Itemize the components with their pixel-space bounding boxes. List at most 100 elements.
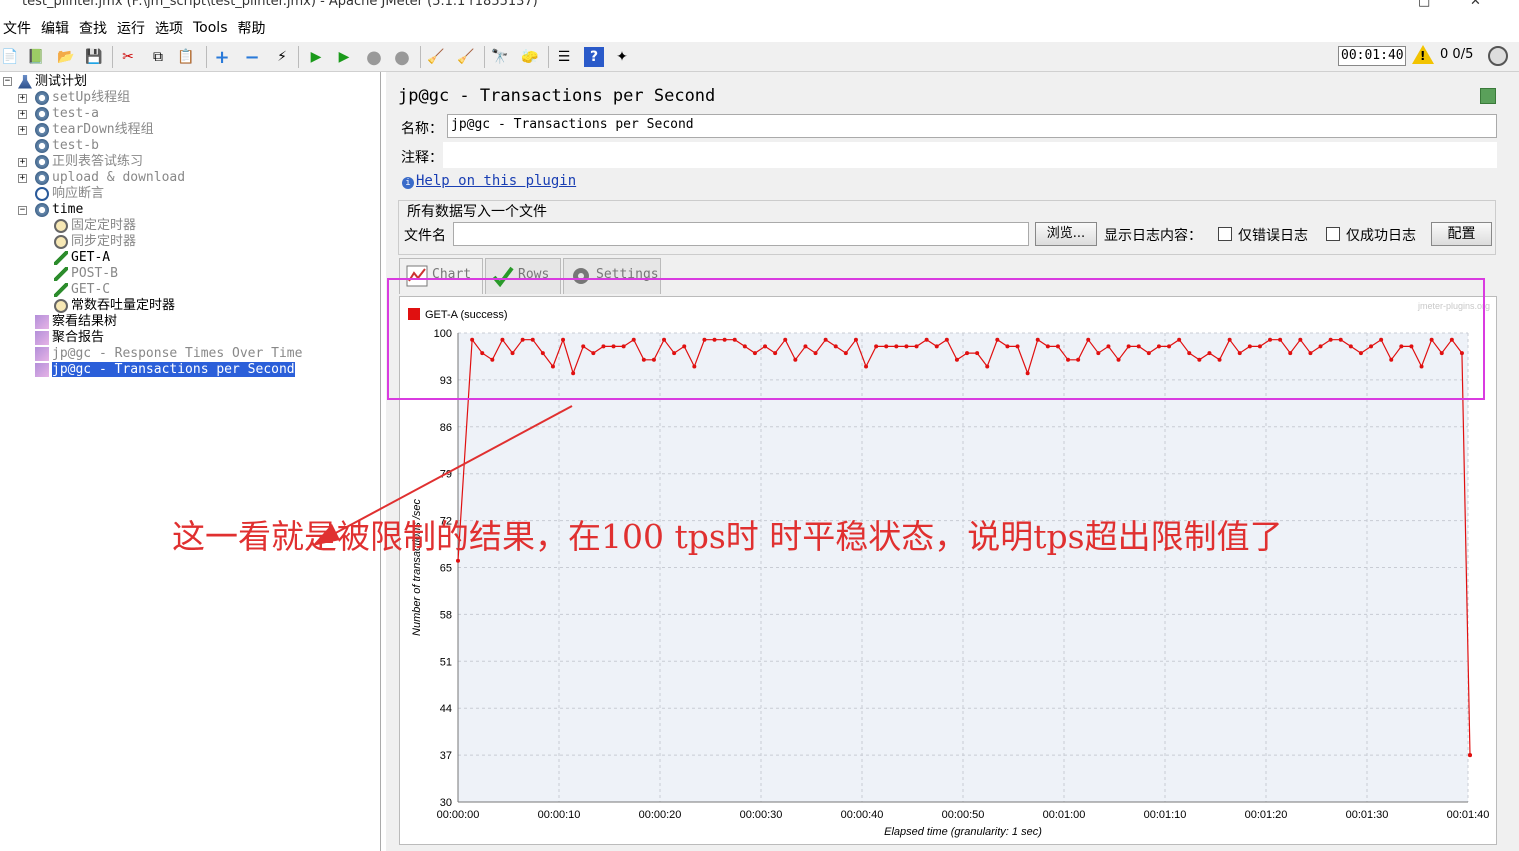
tree-root[interactable]: 测试计划 — [18, 74, 87, 90]
clear-all-icon[interactable]: 🧹 — [456, 47, 476, 67]
tree-item[interactable]: 聚合报告 — [35, 330, 104, 346]
gear-icon — [35, 106, 49, 121]
tree-item[interactable]: GET-A — [54, 250, 110, 266]
x-tick-label: 00:01:00 — [1043, 809, 1086, 821]
x-tick-label: 00:00:00 — [437, 809, 480, 821]
open-icon[interactable]: 📂 — [56, 47, 76, 67]
configure-button[interactable]: 配置 — [1431, 222, 1492, 246]
y-tick-label: 44 — [440, 703, 452, 715]
gear-icon — [35, 138, 49, 153]
listener-icon — [35, 346, 49, 361]
shutdown-icon[interactable]: ● — [392, 47, 412, 68]
tree-item[interactable]: test-b — [35, 138, 99, 154]
window-title: test_plinter.jmx (F:\jm_script\test_plin… — [22, 0, 538, 9]
start-no-pause-icon[interactable]: ▶ — [334, 47, 354, 67]
function-helper-icon[interactable]: ☰ — [554, 47, 574, 67]
tree-item[interactable]: setUp线程组 — [35, 90, 130, 106]
tree-item[interactable]: GET-C — [54, 282, 110, 298]
menu-options[interactable]: 选项 — [152, 18, 186, 38]
warning-icon[interactable] — [1412, 45, 1434, 64]
tree-item[interactable]: jp@gc - Response Times Over Time — [35, 346, 302, 362]
timer-icon — [54, 218, 68, 233]
menu-search[interactable]: 查找 — [76, 18, 110, 38]
toolbar: 📄 📗 📂 💾 ✂ ⧉ 📋 + − ⚡ ▶ ▶ ● ● 🧹 🧹 🔭 🧽 ☰ ? … — [0, 42, 1519, 72]
help-icon[interactable]: ? — [584, 47, 604, 67]
tree-item[interactable]: test-a — [35, 106, 99, 122]
clear-icon[interactable]: 🧹 — [426, 47, 446, 67]
tree-item[interactable]: 察看结果树 — [35, 314, 117, 330]
sampler-icon — [54, 282, 68, 297]
y-tick-label: 79 — [440, 469, 452, 481]
browse-button[interactable]: 浏览... — [1035, 222, 1097, 246]
sampler-icon — [54, 266, 68, 281]
collapse-icon[interactable]: − — [242, 47, 262, 68]
tree-item[interactable]: 固定定时器 — [54, 218, 136, 234]
menu-file[interactable]: 文件 — [0, 18, 34, 38]
x-tick-label: 00:01:40 — [1447, 809, 1490, 821]
maximize-icon[interactable]: □ — [1418, 0, 1430, 9]
x-axis-label: Elapsed time (granularity: 1 sec) — [884, 826, 1042, 838]
save-icon[interactable]: 💾 — [84, 47, 104, 67]
gear-icon — [35, 154, 49, 169]
errors-only-checkbox[interactable] — [1218, 227, 1232, 241]
help-link[interactable]: i Help on this plugin — [402, 173, 576, 189]
remote-icon[interactable]: ✦ — [612, 47, 632, 67]
tree-item[interactable]: 正则表答试练习 — [35, 154, 143, 170]
y-tick-label: 30 — [440, 797, 452, 809]
errors-only-label: 仅错误日志 — [1238, 228, 1308, 244]
x-tick-label: 00:01:10 — [1144, 809, 1187, 821]
filename-label: 文件名 — [404, 228, 446, 244]
menu-tools[interactable]: Tools — [190, 20, 231, 36]
menu-run[interactable]: 运行 — [114, 18, 148, 38]
x-tick-label: 00:01:20 — [1245, 809, 1288, 821]
window-titlebar: test_plinter.jmx (F:\jm_script\test_plin… — [0, 0, 1519, 14]
tree-item[interactable]: POST-B — [54, 266, 118, 282]
elapsed-timer: 00:01:40 — [1338, 46, 1406, 66]
collapse-toggle[interactable]: − — [3, 77, 12, 86]
cut-icon[interactable]: ✂ — [118, 47, 138, 67]
test-plan-icon — [18, 74, 32, 89]
listener-icon — [35, 330, 49, 345]
gear-icon — [35, 170, 49, 185]
comment-field[interactable] — [443, 142, 1497, 168]
menu-help[interactable]: 帮助 — [235, 18, 269, 38]
annotation-text: 这一看就是被限制的结果，在100 tps时 时平稳状态，说明tps超出限制值了 — [172, 517, 1283, 556]
expand-icon[interactable]: + — [212, 47, 232, 68]
menu-edit[interactable]: 编辑 — [38, 18, 72, 38]
menu-bar: 文件 编辑 查找 运行 选项 Tools 帮助 — [0, 16, 1519, 40]
expand-panel-icon[interactable] — [1480, 88, 1496, 104]
thread-counts: 0 0/5 — [1440, 47, 1473, 62]
y-tick-label: 37 — [440, 750, 452, 762]
filename-input[interactable] — [453, 222, 1029, 246]
search-icon[interactable]: 🔭 — [490, 47, 510, 67]
close-icon[interactable]: ✕ — [1470, 0, 1481, 9]
success-only-label: 仅成功日志 — [1346, 228, 1416, 244]
tree-item[interactable]: 响应断言 — [35, 186, 104, 202]
tree-item[interactable]: tearDown线程组 — [35, 122, 154, 138]
reset-search-icon[interactable]: 🧽 — [520, 47, 540, 67]
name-field[interactable]: jp@gc - Transactions per Second — [447, 114, 1497, 138]
tree-item-selected[interactable]: jp@gc - Transactions per Second — [35, 362, 295, 378]
log-label: 显示日志内容： — [1104, 228, 1202, 244]
start-icon[interactable]: ▶ — [306, 47, 326, 67]
listener-icon — [35, 314, 49, 329]
new-icon[interactable]: 📄 — [0, 47, 20, 67]
paste-icon[interactable]: 📋 — [176, 47, 196, 67]
tree-item[interactable]: 同步定时器 — [54, 234, 136, 250]
x-tick-label: 00:00:50 — [942, 809, 985, 821]
sampler-icon — [54, 250, 68, 265]
copy-icon[interactable]: ⧉ — [148, 47, 168, 67]
templates-icon[interactable]: 📗 — [26, 47, 46, 67]
tree-item[interactable]: 常数吞吐量定时器 — [54, 298, 175, 314]
listener-icon — [35, 362, 49, 377]
y-tick-label: 51 — [440, 656, 452, 668]
tree-item[interactable]: time — [35, 202, 83, 218]
tree-item[interactable]: upload & download — [35, 170, 185, 186]
success-only-checkbox[interactable] — [1326, 227, 1340, 241]
panel-title: jp@gc - Transactions per Second — [398, 86, 716, 106]
x-tick-label: 00:00:10 — [538, 809, 581, 821]
stop-icon[interactable]: ● — [364, 47, 384, 68]
test-plan-tree[interactable]: − 测试计划 + setUp线程组 + test-a + tearDown线程组… — [0, 72, 381, 851]
toggle-icon[interactable]: ⚡ — [272, 47, 292, 67]
gear-icon — [35, 122, 49, 137]
